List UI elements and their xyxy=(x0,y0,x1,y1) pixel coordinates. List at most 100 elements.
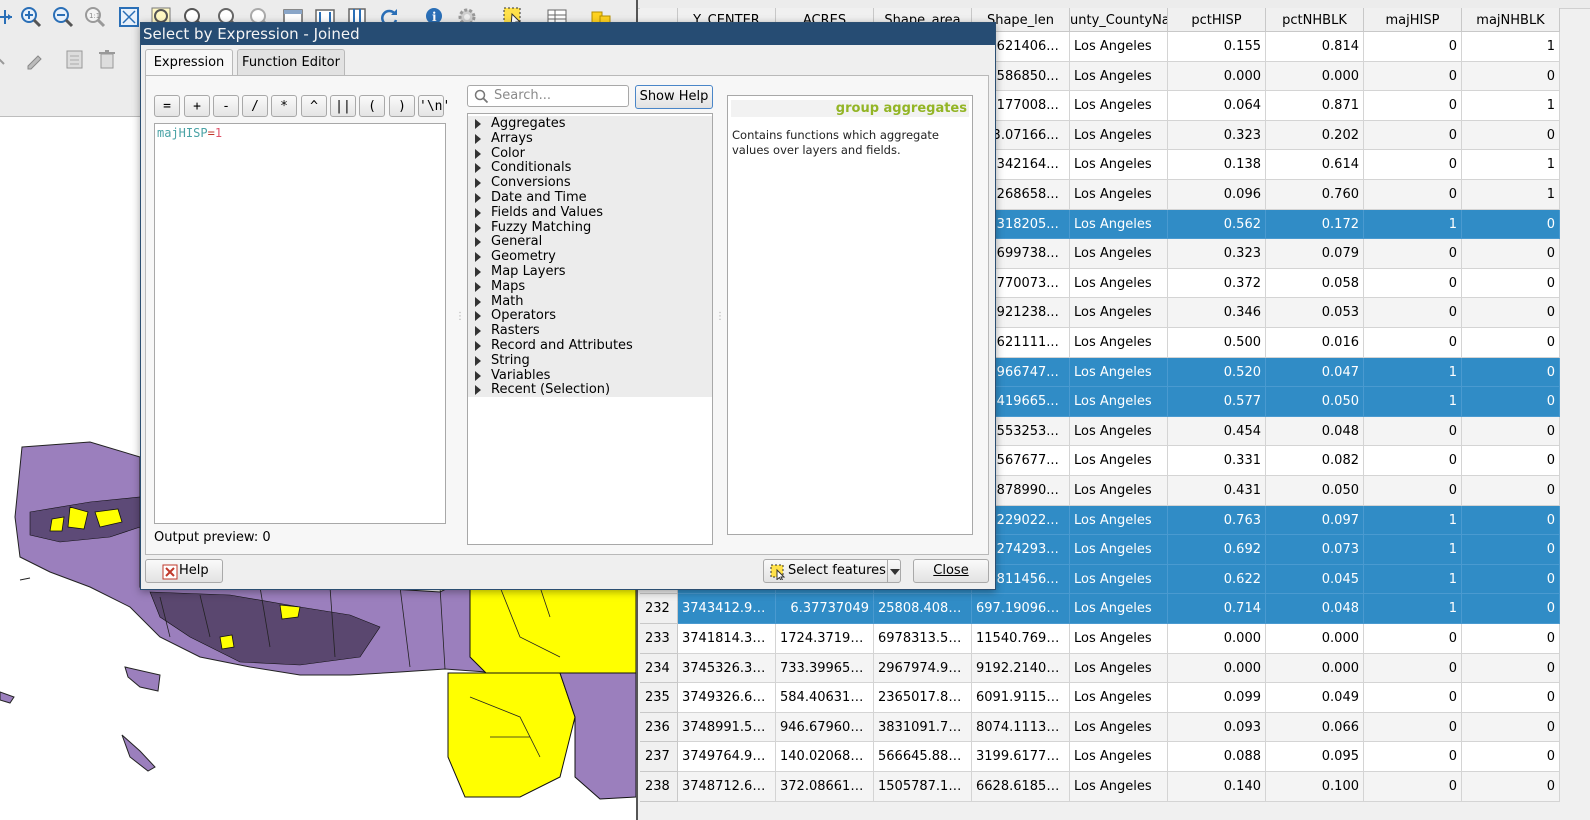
expand-arrow-icon[interactable] xyxy=(475,178,481,189)
cell-pct-nhblk[interactable]: 0.058 xyxy=(1266,268,1364,299)
table-row[interactable]: 233 3741814.326... 1724.371939... 6978313.5… xyxy=(640,624,1590,654)
expand-arrow-icon[interactable] xyxy=(475,311,481,322)
cell-pct-hisp[interactable]: 0.155 xyxy=(1168,32,1266,62)
cell-pct-nhblk[interactable]: 0.049 xyxy=(1266,683,1364,713)
table-row[interactable]: 237 3749764.911... 140.02068699 566645.8806… xyxy=(640,742,1590,772)
help-button[interactable]: Help xyxy=(145,559,223,583)
zoom-in-icon[interactable] xyxy=(20,6,42,28)
cell-county-name[interactable]: Los Angeles xyxy=(1070,150,1168,180)
cell-pct-hisp[interactable]: 0.138 xyxy=(1168,150,1266,180)
select-features-menu-button[interactable] xyxy=(887,559,901,583)
function-group-item[interactable]: Conversions xyxy=(468,175,712,191)
function-group-item[interactable]: Map Layers xyxy=(468,264,712,279)
cell-pct-hisp[interactable]: 0.500 xyxy=(1168,328,1266,358)
cell-maj-hisp[interactable]: 1 xyxy=(1364,209,1462,240)
operator-concat-button[interactable]: || xyxy=(330,95,356,117)
cell-maj-hisp[interactable]: 0 xyxy=(1364,239,1462,269)
column-header-county-name[interactable]: unty_CountyNar xyxy=(1070,8,1168,32)
cell-pct-hisp[interactable]: 0.692 xyxy=(1168,535,1266,565)
cell-maj-hisp[interactable]: 0 xyxy=(1364,91,1462,121)
cell-maj-nhblk[interactable]: 0 xyxy=(1462,535,1560,565)
tab-function-editor[interactable]: Function Editor xyxy=(237,49,345,75)
cell-maj-hisp[interactable]: 0 xyxy=(1364,416,1462,447)
cell-pct-nhblk[interactable]: 0.053 xyxy=(1266,298,1364,328)
cell-county-name[interactable]: Los Angeles xyxy=(1070,653,1168,684)
cell-county-name[interactable]: Los Angeles xyxy=(1070,180,1168,210)
cell-shape-area[interactable]: 25808.40820... xyxy=(874,594,972,624)
close-button[interactable]: Close xyxy=(913,559,989,583)
cell-pct-nhblk[interactable]: 0.016 xyxy=(1266,328,1364,358)
cell-county-name[interactable]: Los Angeles xyxy=(1070,772,1168,802)
cell-shape-area[interactable]: 3831091.792... xyxy=(874,712,972,743)
cell-maj-hisp[interactable]: 0 xyxy=(1364,328,1462,358)
cell-county-name[interactable]: Los Angeles xyxy=(1070,357,1168,388)
cell-pct-nhblk[interactable]: 0.100 xyxy=(1266,772,1364,802)
cell-county-name[interactable]: Los Angeles xyxy=(1070,476,1168,506)
cell-maj-hisp[interactable]: 0 xyxy=(1364,298,1462,328)
cell-maj-nhblk[interactable]: 0 xyxy=(1462,683,1560,713)
cell-county-name[interactable]: Los Angeles xyxy=(1070,387,1168,417)
cell-pct-nhblk[interactable]: 0.095 xyxy=(1266,742,1364,772)
function-group-item[interactable]: Conditionals xyxy=(468,160,712,176)
cell-county-name[interactable]: Los Angeles xyxy=(1070,446,1168,476)
edit-pencil-icon[interactable] xyxy=(24,48,46,70)
cell-county-name[interactable]: Los Angeles xyxy=(1070,712,1168,743)
cell-pct-nhblk[interactable]: 0.202 xyxy=(1266,120,1364,151)
cell-county-name[interactable]: Los Angeles xyxy=(1070,268,1168,299)
cell-shape-len[interactable]: 6091.911586... xyxy=(972,683,1070,713)
function-group-item[interactable]: Math xyxy=(468,293,712,309)
cell-maj-nhblk[interactable]: 0 xyxy=(1462,387,1560,417)
cell-y-center[interactable]: 3741814.326... xyxy=(678,624,776,654)
cell-county-name[interactable]: Los Angeles xyxy=(1070,209,1168,240)
cell-pct-nhblk[interactable]: 0.172 xyxy=(1266,209,1364,240)
function-group-item[interactable]: String xyxy=(468,352,712,368)
cell-pct-nhblk[interactable]: 0.050 xyxy=(1266,387,1364,417)
row-number[interactable]: 234 xyxy=(640,653,678,684)
cell-maj-hisp[interactable]: 0 xyxy=(1364,180,1462,210)
cell-acres[interactable]: 140.02068699 xyxy=(776,742,874,772)
cell-maj-nhblk[interactable]: 1 xyxy=(1462,91,1560,121)
cell-county-name[interactable]: Los Angeles xyxy=(1070,683,1168,713)
cell-maj-hisp[interactable]: 0 xyxy=(1364,150,1462,180)
delete-icon[interactable] xyxy=(96,48,118,70)
cell-acres[interactable]: 6.37737049 xyxy=(776,594,874,624)
cell-maj-hisp[interactable]: 0 xyxy=(1364,32,1462,62)
cell-pct-hisp[interactable]: 0.622 xyxy=(1168,564,1266,595)
function-group-item[interactable]: Operators xyxy=(468,308,712,324)
function-group-item[interactable]: Record and Attributes xyxy=(468,338,712,353)
operator-equals-button[interactable]: = xyxy=(154,95,180,117)
cell-shape-area[interactable]: 566645.8806... xyxy=(874,742,972,772)
cell-shape-len[interactable]: 11540.76910... xyxy=(972,624,1070,654)
cell-pct-hisp[interactable]: 0.000 xyxy=(1168,61,1266,92)
cell-pct-hisp[interactable]: 0.088 xyxy=(1168,742,1266,772)
cell-county-name[interactable]: Los Angeles xyxy=(1070,328,1168,358)
cell-pct-hisp[interactable]: 0.000 xyxy=(1168,653,1266,684)
cell-maj-nhblk[interactable]: 0 xyxy=(1462,239,1560,269)
row-number[interactable]: 235 xyxy=(640,683,678,713)
row-number[interactable]: 238 xyxy=(640,772,678,802)
cell-maj-nhblk[interactable]: 0 xyxy=(1462,446,1560,476)
cell-maj-hisp[interactable]: 0 xyxy=(1364,268,1462,299)
expand-arrow-icon[interactable] xyxy=(475,281,481,292)
expression-editor[interactable]: majHISP=1 xyxy=(154,123,446,524)
cell-maj-nhblk[interactable]: 0 xyxy=(1462,268,1560,299)
cell-county-name[interactable]: Los Angeles xyxy=(1070,535,1168,565)
cell-maj-hisp[interactable]: 1 xyxy=(1364,564,1462,595)
expand-arrow-icon[interactable] xyxy=(475,193,481,203)
cell-maj-hisp[interactable]: 1 xyxy=(1364,357,1462,388)
table-row[interactable]: 232 3743412.987... 6.37737049 25808.40820..… xyxy=(640,594,1590,624)
select-features-button[interactable]: Select features xyxy=(763,559,899,583)
row-number[interactable]: 237 xyxy=(640,742,678,772)
cell-acres[interactable]: 946.67960595 xyxy=(776,712,874,743)
digitize-icon[interactable] xyxy=(0,48,12,70)
cell-maj-hisp[interactable]: 1 xyxy=(1364,387,1462,417)
cell-pct-nhblk[interactable]: 0.082 xyxy=(1266,446,1364,476)
column-header-maj-hisp[interactable]: majHISP xyxy=(1364,8,1462,32)
table-row[interactable]: 236 3748991.554... 946.67960595 3831091.792… xyxy=(640,712,1590,743)
operator-power-button[interactable]: ^ xyxy=(301,95,327,117)
cell-maj-nhblk[interactable]: 0 xyxy=(1462,328,1560,358)
cell-pct-nhblk[interactable]: 0.050 xyxy=(1266,476,1364,506)
cell-maj-nhblk[interactable]: 0 xyxy=(1462,624,1560,654)
expand-arrow-icon[interactable] xyxy=(475,119,481,129)
function-group-item[interactable]: Recent (Selection) xyxy=(468,382,712,398)
